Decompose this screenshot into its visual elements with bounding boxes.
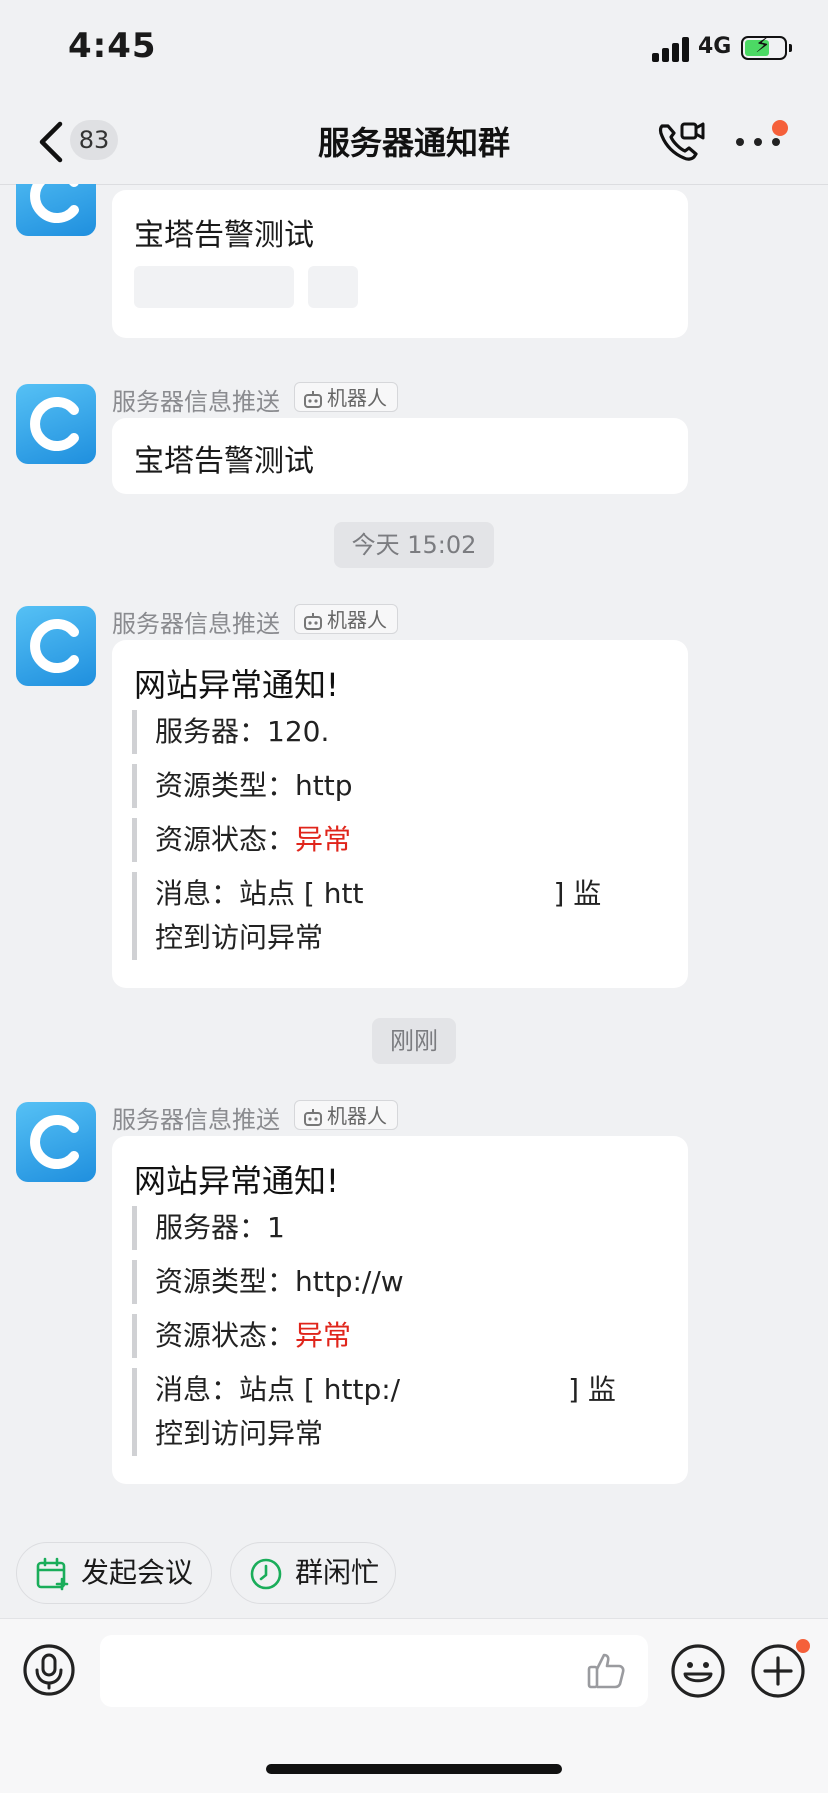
home-indicator[interactable] [266, 1764, 562, 1774]
redacted-area [134, 266, 294, 308]
server-label: 服务器： [155, 1211, 268, 1244]
message-row: 消息：站点 [ http:/ ] 监 控到访问异常 [132, 1368, 668, 1456]
type-label: 资源类型： [155, 1265, 296, 1298]
robot-icon [304, 1109, 322, 1126]
state-value: 异常 [295, 823, 352, 856]
state-row: 资源状态：异常 [132, 818, 668, 862]
message-bubble[interactable]: 宝塔告警测试 [112, 190, 688, 338]
type-row: 资源类型：http://w [132, 1260, 668, 1304]
server-value: 1 [267, 1211, 285, 1244]
alert-card[interactable]: 网站异常通知! 服务器：1 资源类型：http://w 资源状态：异常 消息：站… [112, 1136, 688, 1484]
msg-value: 站点 [ htt [239, 877, 364, 910]
sender-name: 服务器信息推送 [112, 1106, 280, 1134]
type-value: http://w [295, 1265, 404, 1298]
type-label: 资源类型： [155, 769, 296, 802]
sender-name: 服务器信息推送 [112, 388, 280, 416]
msg-label: 消息： [155, 877, 240, 910]
sender-name: 服务器信息推送 [112, 610, 280, 638]
battery-icon: ⚡ [741, 34, 792, 60]
robot-tag: 机器人 [294, 382, 398, 412]
msg-line2: 控到访问异常 [155, 921, 324, 954]
robot-tag: 机器人 [294, 604, 398, 634]
state-label: 资源状态： [155, 1319, 296, 1352]
chat-header: 83 服务器通知群 [0, 100, 828, 185]
robot-tag-label: 机器人 [327, 608, 387, 632]
server-row: 服务器：1 [132, 1206, 668, 1250]
robot-icon [304, 613, 322, 630]
more-actions-button[interactable] [750, 1639, 810, 1699]
type-value: http [295, 769, 353, 802]
server-row: 服务器：120. [132, 710, 668, 754]
emoji-icon[interactable] [670, 1643, 726, 1699]
thumbs-up-icon[interactable] [586, 1651, 626, 1691]
server-value: 120. [267, 715, 330, 748]
message-row: 消息：站点 [ htt ] 监 控到访问异常 [132, 872, 668, 960]
message-text: 宝塔告警测试 [134, 218, 314, 253]
msg-line2: 控到访问异常 [155, 1417, 324, 1450]
calendar-add-icon [36, 1557, 69, 1591]
msg-value: 站点 [ http:/ [239, 1373, 401, 1406]
redacted-area [308, 266, 358, 308]
state-value: 异常 [295, 1319, 352, 1352]
robot-tag-label: 机器人 [327, 386, 387, 410]
time-divider: 刚刚 [372, 1018, 456, 1064]
signal-icon [652, 36, 690, 62]
alert-card[interactable]: 网站异常通知! 服务器：120. 资源类型：http 资源状态：异常 消息：站点… [112, 640, 688, 988]
type-row: 资源类型：http [132, 764, 668, 808]
message-input[interactable] [100, 1635, 648, 1707]
msg-label: 消息： [155, 1373, 240, 1406]
bot-avatar[interactable] [16, 1102, 96, 1182]
state-row: 资源状态：异常 [132, 1314, 668, 1358]
notification-dot [772, 120, 788, 136]
status-time: 4:45 [68, 26, 157, 66]
group-availability-label: 群闲忙 [295, 1556, 380, 1589]
state-label: 资源状态： [155, 823, 296, 856]
alert-title: 网站异常通知! [134, 666, 339, 704]
network-type: 4G [698, 34, 732, 59]
robot-tag-label: 机器人 [327, 1104, 387, 1128]
video-call-icon[interactable] [656, 118, 706, 164]
clock-icon [250, 1558, 282, 1590]
more-options-icon[interactable] [734, 120, 788, 160]
msg-bracket: ] 监 [568, 1373, 616, 1406]
robot-tag: 机器人 [294, 1100, 398, 1130]
robot-icon [304, 391, 322, 408]
start-meeting-label: 发起会议 [81, 1556, 194, 1589]
status-bar: 4:45 4G ⚡ [0, 0, 828, 100]
start-meeting-button[interactable]: 发起会议 [16, 1542, 212, 1604]
msg-bracket: ] 监 [553, 877, 602, 910]
bot-avatar[interactable] [16, 606, 96, 686]
message-text: 宝塔告警测试 [134, 444, 314, 479]
notification-dot [796, 1639, 810, 1653]
voice-input-icon[interactable] [22, 1643, 76, 1697]
message-bubble[interactable]: 宝塔告警测试 [112, 418, 688, 494]
group-availability-button[interactable]: 群闲忙 [230, 1542, 396, 1604]
alert-title: 网站异常通知! [134, 1162, 339, 1200]
time-divider: 今天 15:02 [334, 522, 494, 568]
server-label: 服务器： [155, 715, 268, 748]
bot-avatar[interactable] [16, 384, 96, 464]
